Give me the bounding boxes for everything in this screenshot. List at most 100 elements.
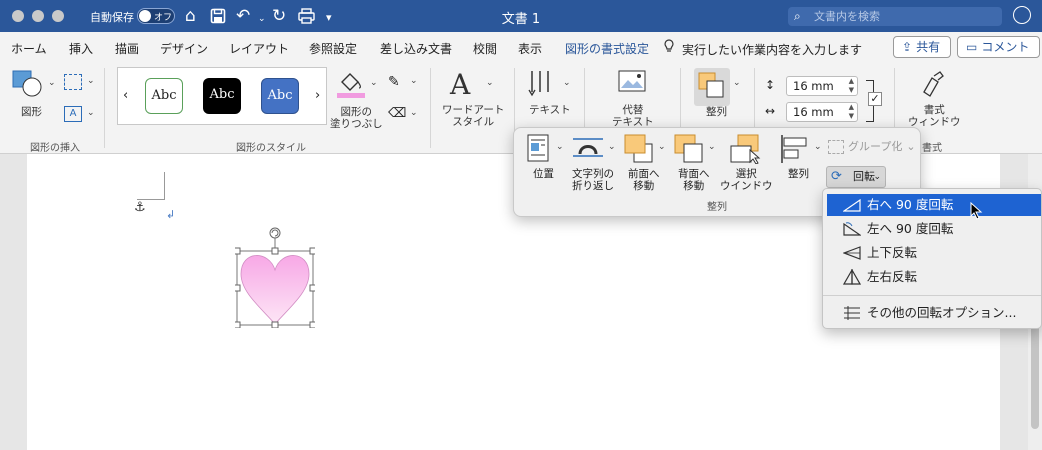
bring-forward-text: 前面へ 移動	[628, 168, 660, 192]
wrap-text-text: 文字列の 折り返し	[572, 168, 614, 192]
tab-view[interactable]: 表示	[518, 40, 542, 57]
rotate-dropdown-icon: ⌄	[873, 172, 881, 182]
alt-text-button[interactable]	[618, 70, 648, 100]
wrap-text-button[interactable]	[572, 136, 604, 160]
print-icon[interactable]	[298, 6, 315, 29]
tab-insert[interactable]: 挿入	[69, 40, 93, 57]
arrange-button[interactable]	[694, 68, 730, 106]
tab-references[interactable]: 参照設定	[309, 40, 357, 57]
text-box-dropdown-icon[interactable]: ⌄	[87, 108, 95, 118]
format-brush-icon	[923, 71, 944, 97]
arrange-label: 整列	[706, 106, 727, 118]
search-input[interactable]: ⌕ 文書内を検索	[788, 7, 1002, 26]
feedback-smiley-icon[interactable]	[1013, 6, 1031, 24]
effects-dropdown-icon[interactable]: ⌄	[410, 108, 418, 118]
style-black[interactable]: Abc	[203, 78, 241, 114]
wordart-button[interactable]: A	[450, 68, 490, 104]
tab-layout[interactable]: レイアウト	[229, 40, 289, 57]
width-stepper-icon[interactable]: ▲ ▼	[849, 103, 854, 121]
selection-pane-button[interactable]	[730, 134, 762, 165]
style-outline-green[interactable]: Abc	[145, 78, 183, 114]
height-field[interactable]: 16 mm ▲ ▼	[786, 76, 858, 96]
margin-corner-mark	[137, 172, 165, 200]
rotate-menu: 右へ 90 度回転 左へ 90 度回転 上下反転 左右反転 その他の回転オプショ…	[822, 188, 1042, 329]
shape-styles-gallery: ‹ Abc Abc Abc ›	[117, 67, 327, 125]
position-button[interactable]	[527, 134, 549, 162]
tab-shape-format[interactable]: 図形の書式設定	[565, 40, 650, 65]
format-pane-button[interactable]	[918, 70, 948, 102]
position-dropdown-icon[interactable]: ⌄	[556, 142, 564, 152]
text-box-icon[interactable]: A	[64, 106, 82, 122]
gallery-prev-icon[interactable]: ‹	[123, 88, 128, 103]
wordart-dropdown-icon[interactable]: ⌄	[486, 78, 494, 88]
heart-shape[interactable]	[235, 226, 315, 328]
bring-forward-button[interactable]	[624, 134, 656, 164]
rotate-right-icon	[842, 197, 861, 219]
selection-pane-label: 選択 ウインドウ	[720, 168, 773, 192]
tab-draw[interactable]: 描画	[115, 40, 139, 57]
text-button[interactable]	[528, 68, 564, 104]
shape-fill-button[interactable]	[336, 70, 372, 106]
text-label: テキスト	[529, 104, 571, 116]
height-stepper-icon[interactable]: ▲ ▼	[849, 77, 854, 95]
effects-eraser-icon[interactable]: ⌫	[388, 106, 406, 121]
tab-review[interactable]: 校閲	[473, 40, 497, 57]
outline-pen-icon[interactable]: ✎	[388, 74, 400, 90]
redo-icon[interactable]: ↻	[272, 6, 286, 26]
comment-button[interactable]: ▭ コメント	[957, 36, 1041, 58]
lock-aspect-checkbox[interactable]: ✓	[868, 92, 882, 106]
save-icon[interactable]	[210, 6, 226, 29]
flip-horizontal-item[interactable]: 左右反転	[827, 266, 1041, 288]
home-icon[interactable]: ⌂	[185, 6, 196, 26]
rotate-left-icon	[843, 221, 862, 243]
wordart-label: ワードアート スタイル	[442, 104, 504, 128]
group-button[interactable]: グループ化 ⌄	[828, 138, 918, 156]
rotate-right-90-item[interactable]: 右へ 90 度回転	[827, 194, 1041, 216]
format-group-label: 書式	[922, 143, 942, 154]
shapes-label: 図形	[21, 106, 42, 118]
bring-forward-dropdown-icon[interactable]: ⌄	[658, 142, 666, 152]
shape-fill-dropdown-icon[interactable]: ⌄	[370, 78, 378, 88]
undo-dropdown-icon[interactable]: ⌄	[258, 9, 266, 29]
zoom-window-button[interactable]	[52, 10, 64, 22]
outline-dropdown-icon[interactable]: ⌄	[410, 76, 418, 86]
style-blue[interactable]: Abc	[261, 78, 299, 114]
undo-icon[interactable]: ↶	[236, 6, 250, 26]
close-window-button[interactable]	[12, 10, 24, 22]
rotate-button[interactable]: ⟳ 回転 ⌄	[826, 166, 886, 188]
rotate-left-90-item[interactable]: 左へ 90 度回転	[827, 218, 1041, 240]
selection-pane-icon	[730, 134, 761, 165]
comment-label: コメント	[981, 40, 1030, 54]
wrap-text-dropdown-icon[interactable]: ⌄	[608, 142, 616, 152]
customize-toolbar-icon[interactable]: ▾	[326, 8, 332, 28]
minimize-window-button[interactable]	[32, 10, 44, 22]
autosave-toggle[interactable]: オフ	[137, 8, 175, 24]
edit-shape-dropdown-icon[interactable]: ⌄	[87, 76, 95, 86]
tab-home[interactable]: ホーム	[11, 40, 47, 57]
arrange-dropdown-icon[interactable]: ⌄	[733, 78, 741, 88]
tell-me-box[interactable]: 実行したい作業内容を入力します	[664, 39, 862, 58]
autosave-state: オフ	[154, 13, 173, 23]
comment-icon: ▭	[966, 40, 978, 54]
gallery-next-icon[interactable]: ›	[315, 88, 320, 103]
shapes-dropdown-icon[interactable]: ⌄	[48, 78, 56, 88]
width-field[interactable]: 16 mm ▲ ▼	[786, 102, 858, 122]
separator	[104, 68, 105, 148]
share-button[interactable]: ⇪ 共有	[893, 36, 952, 58]
align-button[interactable]	[780, 134, 810, 164]
align-dropdown-icon[interactable]: ⌄	[814, 142, 822, 152]
edit-shape-icon[interactable]	[64, 74, 82, 90]
arrange-icon	[698, 72, 724, 98]
wrap-text-icon	[573, 138, 603, 157]
more-rotation-options-item[interactable]: その他の回転オプション...	[827, 302, 1041, 324]
rotate-right-label: 右へ 90 度回転	[867, 197, 954, 212]
send-backward-dropdown-icon[interactable]: ⌄	[708, 142, 716, 152]
flip-vertical-item[interactable]: 上下反転	[827, 242, 1041, 264]
shape-styles-group-label: 図形のスタイル	[236, 143, 306, 154]
send-backward-button[interactable]	[674, 134, 706, 164]
arrange-group-label: 整列	[707, 202, 727, 213]
text-dropdown-icon[interactable]: ⌄	[563, 78, 571, 88]
tab-mailings[interactable]: 差し込み文書	[380, 40, 452, 57]
tab-design[interactable]: デザイン	[160, 40, 208, 57]
picture-icon	[618, 70, 646, 92]
